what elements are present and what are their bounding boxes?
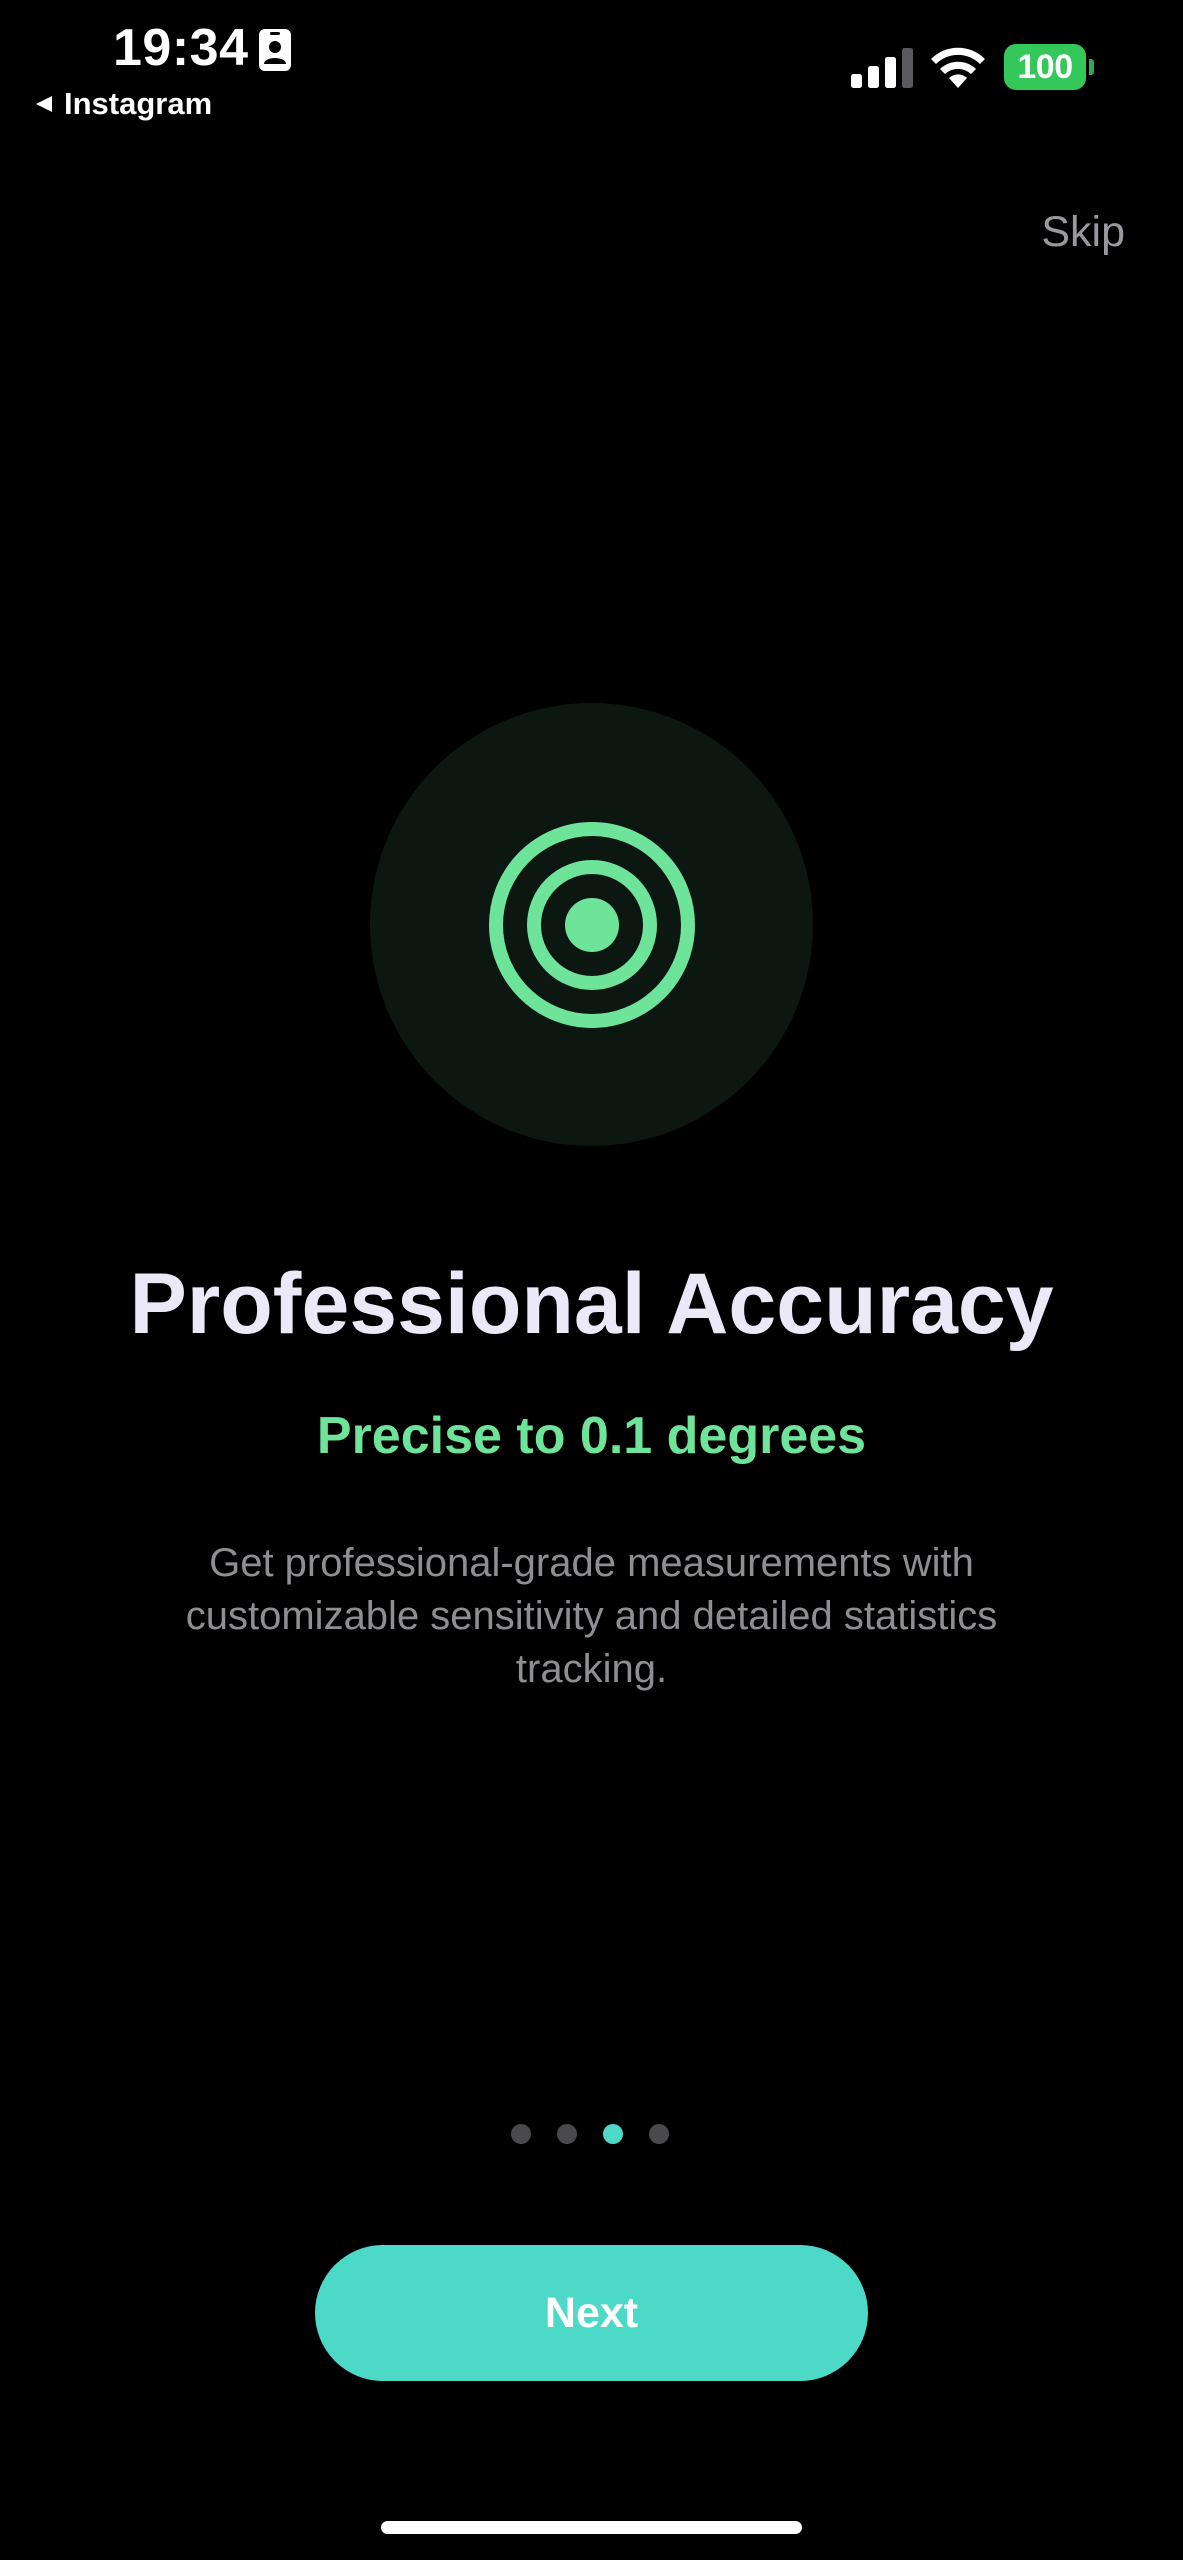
battery-level: 100: [1017, 47, 1073, 86]
battery-body: 100: [1004, 44, 1086, 90]
home-indicator[interactable]: [381, 2521, 802, 2534]
page-title: Professional Accuracy: [129, 1256, 1054, 1352]
cellular-signal-icon: [851, 48, 913, 88]
status-time: 19:34: [113, 19, 249, 77]
back-to-app-link[interactable]: Instagram: [34, 84, 212, 124]
status-bar: 19:34 Instagram 100: [0, 0, 1183, 130]
back-app-label: Instagram: [64, 86, 213, 121]
target-icon: [489, 822, 695, 1028]
feature-description: Get professional-grade measurements with…: [185, 1541, 998, 1691]
page-dot-4[interactable]: [649, 2124, 669, 2144]
feature-subtitle: Precise to 0.1 degrees: [316, 1407, 867, 1465]
skip-button[interactable]: Skip: [1041, 208, 1125, 257]
id-card-icon: [259, 29, 291, 71]
page-indicator: [0, 2124, 1183, 2144]
page-dot-2[interactable]: [557, 2124, 577, 2144]
next-button[interactable]: Next: [315, 2245, 868, 2381]
back-triangle-icon: [36, 96, 52, 112]
battery-indicator: 100: [1004, 44, 1094, 90]
page-dot-1[interactable]: [511, 2124, 531, 2144]
wifi-icon: [931, 47, 985, 88]
battery-cap: [1089, 59, 1094, 75]
page-dot-3-active[interactable]: [603, 2124, 623, 2144]
